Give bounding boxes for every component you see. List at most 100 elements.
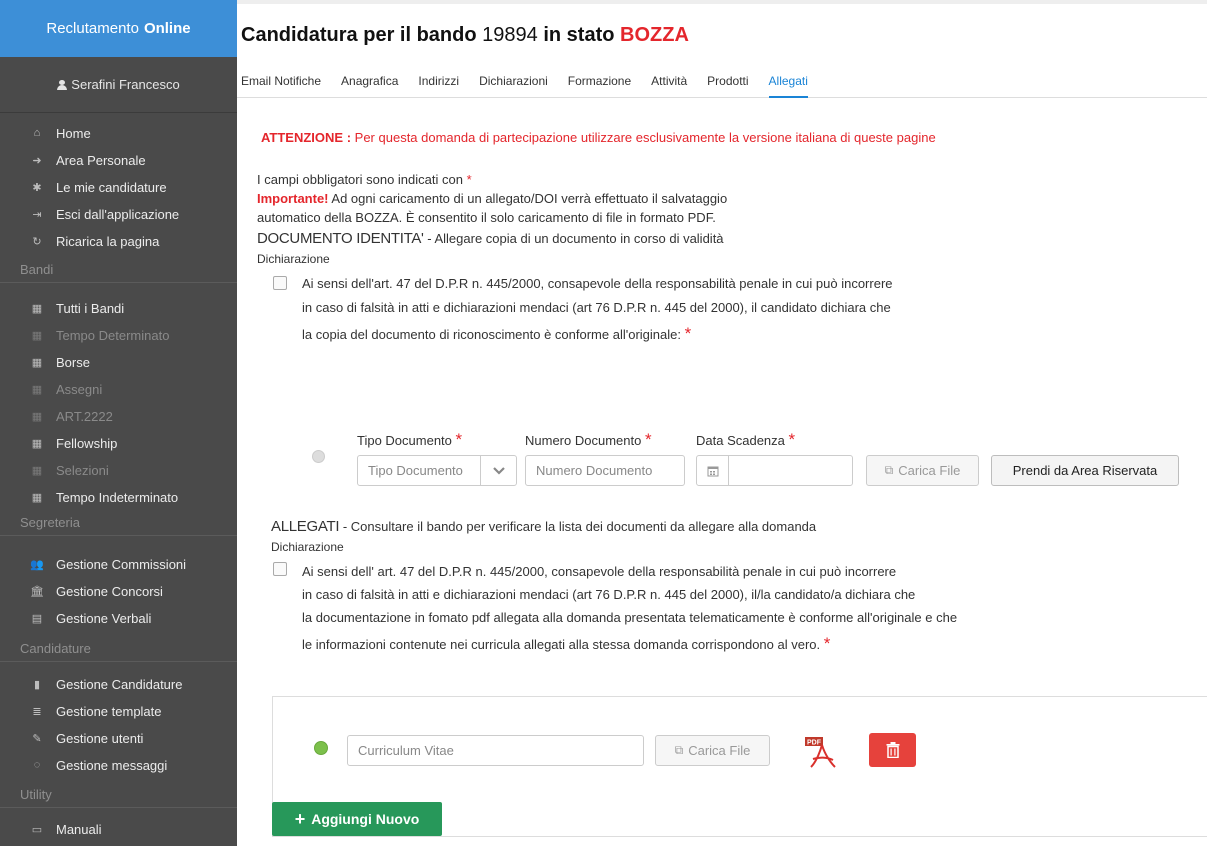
doc-heading-rest: - Allegare copia di un documento in cors… — [427, 231, 724, 246]
sidebar-item-ricarica-la-pagina[interactable]: ↻ Ricarica la pagina — [0, 228, 237, 254]
sidebar-item-tempo-indeterminato[interactable]: ▦ Tempo Indeterminato — [0, 484, 237, 510]
sidebar-item-label: Home — [56, 125, 91, 141]
title-mid: in stato — [543, 24, 615, 46]
sidebar-item-gestione-messaggi[interactable]: ◌ Gestione messaggi — [0, 752, 237, 778]
home-icon: ⌂ — [33, 127, 41, 139]
sidebar-item-gestione-template[interactable]: ≣ Gestione template — [0, 698, 237, 724]
decl1-line-2: in caso di falsità in atti e dichiarazio… — [302, 300, 891, 315]
sidebar-item-gestione-utenti[interactable]: ✎ Gestione utenti — [0, 725, 237, 751]
doc-heading-caps: DOCUMENTO IDENTITA' — [257, 230, 424, 247]
brand-bold: Online — [143, 20, 191, 37]
main-content: Candidatura per il bando 19894 in stato … — [237, 0, 1207, 846]
sidebar-item-gestione-candidature[interactable]: ▮ Gestione Candidature — [0, 671, 237, 697]
tab-indirizzi[interactable]: Indirizzi — [418, 68, 459, 98]
important-line-1: Importante! Ad ogni caricamento di un al… — [257, 191, 727, 206]
carica-file-label: Carica File — [688, 743, 751, 758]
tab-attivita[interactable]: Attività — [651, 68, 687, 98]
required-star: * — [684, 324, 692, 343]
sidebar-item-borse[interactable]: ▦ Borse — [0, 349, 237, 375]
sidebar-item-label: Selezioni — [56, 462, 109, 478]
decl2-line-2: in caso di falsità in atti e dichiarazio… — [302, 587, 916, 602]
add-new-button[interactable]: + Aggiungi Nuovo — [272, 802, 442, 836]
database-icon: ▦ — [31, 464, 43, 477]
sidebar-item-area-personale[interactable]: ➜ Area Personale — [0, 147, 237, 173]
sidebar-item-manuali[interactable]: ▭ Manuali — [0, 816, 237, 842]
decl2-line-4-wrap: le informazioni contenute nei curricula … — [302, 634, 830, 654]
carica-file-button[interactable]: ⧉ Carica File — [866, 455, 979, 486]
refresh-icon: ↻ — [32, 235, 42, 248]
bank-icon: 🏛 — [30, 585, 44, 598]
sidebar-item-selezioni[interactable]: ▦ Selezioni — [0, 457, 237, 483]
sidebar-item-gestione-concorsi[interactable]: 🏛 Gestione Concorsi — [0, 578, 237, 604]
section-header-segreteria: Segreteria — [0, 510, 237, 536]
tab-email-notifiche[interactable]: Email Notifiche — [241, 68, 321, 98]
decl2-checkbox[interactable] — [273, 562, 287, 576]
user-icon — [57, 79, 68, 90]
curriculum-placeholder: Curriculum Vitae — [358, 743, 454, 758]
tab-anagrafica[interactable]: Anagrafica — [341, 68, 398, 98]
required-star: * — [788, 430, 796, 449]
copy-icon: ⧉ — [674, 743, 684, 757]
database-icon: ▦ — [31, 491, 43, 504]
important-line-2: automatico della BOZZA. È consentito il … — [257, 210, 716, 225]
delete-button[interactable] — [869, 733, 916, 767]
sidebar-item-home[interactable]: ⌂ Home — [0, 120, 237, 146]
user-profile[interactable]: Serafini Francesco — [0, 57, 237, 113]
tab-formazione[interactable]: Formazione — [568, 68, 631, 98]
app-brand[interactable]: Reclutamento Online — [0, 0, 237, 57]
plus-icon: + — [294, 808, 306, 829]
users-icon: 👥 — [30, 558, 44, 571]
prendi-area-riservata-button[interactable]: Prendi da Area Riservata — [991, 455, 1179, 486]
required-star: * — [823, 634, 831, 653]
sidebar-item-label: Gestione utenti — [56, 730, 144, 746]
sidebar-item-fellowship[interactable]: ▦ Fellowship — [0, 430, 237, 456]
important-bold: Importante! — [257, 191, 329, 206]
curriculum-input[interactable]: Curriculum Vitae — [347, 735, 644, 766]
tab-prodotti[interactable]: Prodotti — [707, 68, 748, 98]
sidebar-item-gestione-commissioni[interactable]: 👥 Gestione Commissioni — [0, 551, 237, 577]
carica-file-cv-button[interactable]: ⧉ Carica File — [655, 735, 770, 766]
data-scadenza-text: Data Scadenza — [696, 433, 785, 448]
sidebar-item-label: Gestione Verbali — [56, 610, 152, 626]
warning-text: Per questa domanda di partecipazione uti… — [354, 130, 936, 145]
tab-allegati[interactable]: Allegati — [768, 68, 808, 98]
chevron-down-icon[interactable] — [480, 456, 516, 485]
document-radio[interactable] — [312, 450, 325, 463]
tipo-documento-label: Tipo Documento * — [357, 430, 462, 450]
svg-text:PDF: PDF — [807, 740, 822, 747]
decl2-line-3: la documentazione in fomato pdf allegata… — [302, 610, 958, 625]
sidebar-item-gestione-verbali[interactable]: ▤ Gestione Verbali — [0, 605, 237, 631]
sidebar-item-label: Le mie candidature — [56, 179, 167, 195]
title-prefix: Candidatura per il bando — [241, 24, 477, 46]
tab-dichiarazioni[interactable]: Dichiarazioni — [479, 68, 548, 98]
sidebar-item-tutti-i-bandi[interactable]: ▦ Tutti i Bandi — [0, 295, 237, 321]
decl1-line-3: la copia del documento di riconoscimento… — [302, 327, 681, 342]
sidebar-item-assegni[interactable]: ▦ Assegni — [0, 376, 237, 402]
sidebar-item-esci-dall-applicazione[interactable]: ⇥ Esci dall'applicazione — [0, 201, 237, 227]
sidebar-item-label: Gestione Concorsi — [56, 583, 163, 599]
numero-documento-input[interactable]: Numero Documento — [525, 455, 685, 486]
pencil-icon: ✎ — [32, 732, 42, 745]
section-header-candidature: Candidature — [0, 636, 237, 662]
sidebar-item-label: Borse — [56, 354, 90, 370]
bug-icon: ✱ — [32, 181, 42, 194]
warning-bold: ATTENZIONE : — [261, 130, 352, 145]
list-icon: ≣ — [32, 705, 42, 718]
sidebar-item-label: Area Personale — [56, 152, 146, 168]
calendar-icon[interactable] — [697, 456, 729, 485]
doc-identita-heading: DOCUMENTO IDENTITA' - Allegare copia di … — [257, 230, 724, 247]
data-scadenza-input[interactable] — [696, 455, 853, 486]
sidebar-item-art-2222[interactable]: ▦ ART.2222 — [0, 403, 237, 429]
sidebar-item-tempo-determinato[interactable]: ▦ Tempo Determinato — [0, 322, 237, 348]
add-new-label: Aggiungi Nuovo — [311, 811, 420, 827]
pdf-icon[interactable]: PDF — [805, 735, 839, 769]
allegati-heading-caps: ALLEGATI — [271, 518, 340, 535]
comment-icon: ◌ — [33, 759, 41, 771]
decl1-checkbox[interactable] — [273, 276, 287, 290]
copy-icon: ⧉ — [884, 463, 894, 477]
tipo-documento-select[interactable]: Tipo Documento — [357, 455, 517, 486]
sidebar-item-le-mie-candidature[interactable]: ✱ Le mie candidature — [0, 174, 237, 200]
sidebar-item-label: Assegni — [56, 381, 103, 397]
numero-documento-label: Numero Documento * — [525, 430, 652, 450]
decl2-line-1: Ai sensi dell' art. 47 del D.P.R n. 445/… — [302, 564, 897, 579]
